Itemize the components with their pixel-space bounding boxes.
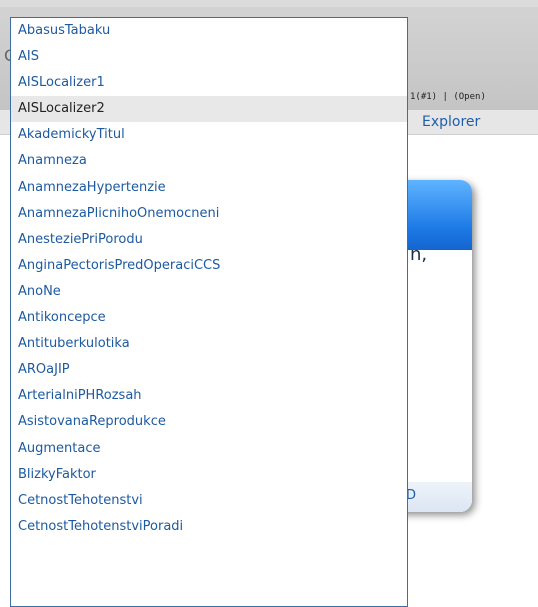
list-item[interactable]: AbasusTabaku	[11, 18, 407, 44]
list-item-selected[interactable]: AISLocalizer2	[11, 96, 407, 123]
explorer-link[interactable]: Explorer	[422, 114, 480, 130]
list-item[interactable]: AIS	[11, 44, 407, 70]
list-item[interactable]: AISLocalizer1	[11, 70, 407, 96]
list-item[interactable]: AnamnezaHypertenzie	[11, 175, 407, 201]
list-item[interactable]: AnamnezaPlicnihoOnemocneni	[11, 201, 407, 227]
list-item[interactable]: Antikoncepce	[11, 305, 407, 331]
card-partial-text: n,	[410, 244, 428, 265]
list-item[interactable]: CetnostTehotenstviPoradi	[11, 514, 407, 540]
list-item[interactable]: AnoNe	[11, 279, 407, 305]
list-item[interactable]: AnesteziePriPorodu	[11, 227, 407, 253]
list-item[interactable]: BlizkyFaktor	[11, 462, 407, 488]
list-item[interactable]: ArterialniPHRozsah	[11, 383, 407, 409]
list-item[interactable]: AsistovanaReprodukce	[11, 409, 407, 435]
list-item[interactable]: Anamneza	[11, 148, 407, 174]
status-text: 1(#1) | (Open)	[410, 92, 486, 102]
list-item[interactable]: AkademickyTitul	[11, 122, 407, 148]
list-item[interactable]: AROaJIP	[11, 357, 407, 383]
list-item[interactable]: CetnostTehotenstvi	[11, 488, 407, 514]
list-item[interactable]: AnginaPectorisPredOperaciCCS	[11, 253, 407, 279]
dropdown-list[interactable]: AbasusTabaku AIS AISLocalizer1 AISLocali…	[10, 17, 408, 607]
list-item[interactable]: Antituberkulotika	[11, 331, 407, 357]
list-item[interactable]: Augmentace	[11, 436, 407, 462]
